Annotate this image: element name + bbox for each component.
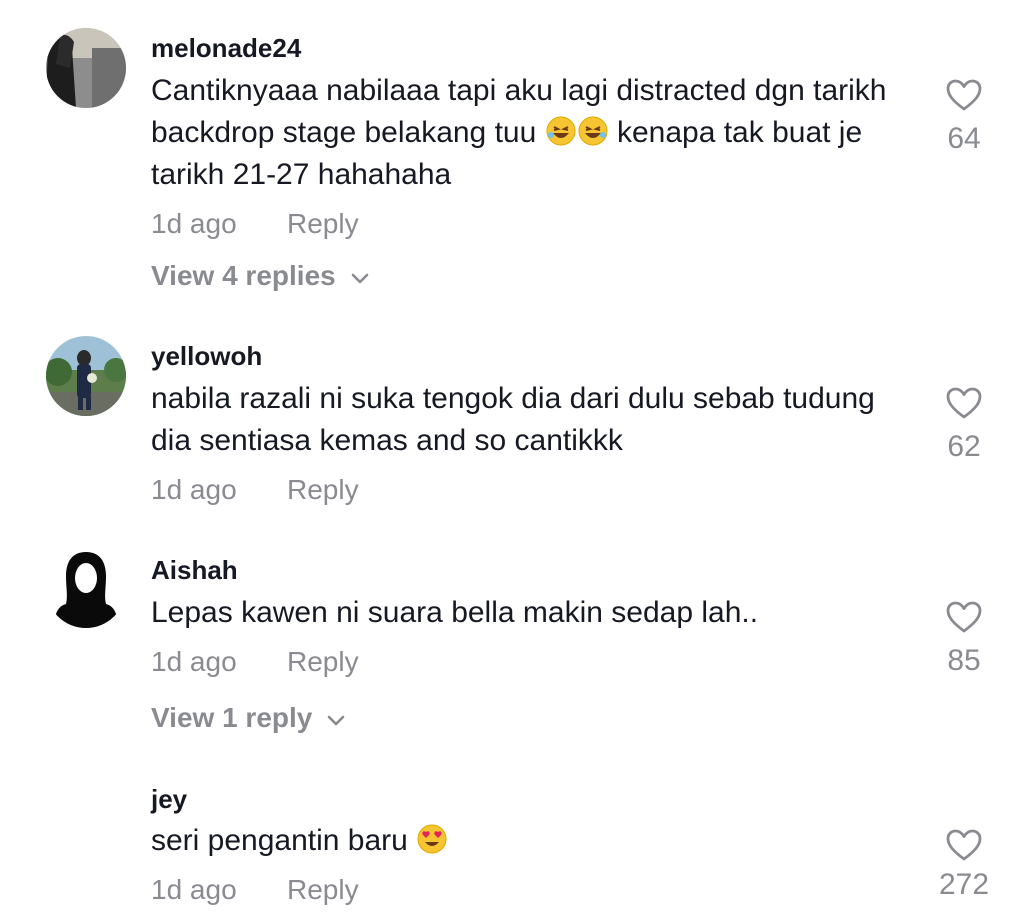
heart-outline-icon: [946, 829, 982, 861]
like-button[interactable]: 62: [924, 386, 1004, 464]
comment-meta: 1d ago Reply: [151, 874, 359, 906]
comment-username[interactable]: yellowoh: [151, 341, 262, 372]
like-button[interactable]: 272: [924, 828, 1004, 902]
like-count: 85: [947, 644, 981, 677]
rolling-laughing-emoji-icon: [545, 115, 577, 147]
comment-username[interactable]: melonade24: [151, 33, 301, 64]
like-count: 272: [938, 868, 990, 901]
comment-username[interactable]: Aishah: [151, 555, 238, 586]
comment-meta: 1d ago Reply: [151, 474, 359, 506]
avatar[interactable]: [46, 336, 126, 416]
comment-meta: 1d ago Reply: [151, 646, 359, 678]
comment-text: nabila razali ni suka tengok dia dari du…: [151, 382, 875, 457]
like-button[interactable]: 64: [924, 78, 1004, 156]
avatar[interactable]: [46, 28, 126, 108]
rolling-laughing-emoji-icon: [577, 115, 609, 147]
comment-time: 1d ago: [151, 874, 237, 905]
comment-username[interactable]: jey: [151, 784, 187, 815]
heart-outline-icon: [946, 387, 982, 419]
like-button[interactable]: 85: [924, 600, 1004, 678]
heart-eyes-emoji-icon: [416, 823, 448, 855]
comment-text: Lepas kawen ni suara bella makin sedap l…: [151, 596, 759, 629]
reply-button[interactable]: Reply: [287, 646, 359, 678]
like-count: 64: [947, 122, 981, 155]
avatar[interactable]: [46, 548, 126, 628]
comment-time: 1d ago: [151, 474, 237, 505]
heart-outline-icon: [946, 601, 982, 633]
comment-text: seri pengantin baru: [151, 820, 891, 862]
comment-meta: 1d ago Reply: [151, 208, 359, 240]
comment-time: 1d ago: [151, 646, 237, 677]
reply-button[interactable]: Reply: [287, 208, 359, 240]
comment-text-part: seri pengantin baru: [151, 824, 417, 857]
reply-button[interactable]: Reply: [287, 874, 359, 906]
comment-text: Cantiknyaaa nabilaaa tapi aku lagi distr…: [151, 70, 891, 196]
reply-button[interactable]: Reply: [287, 474, 359, 506]
heart-outline-icon: [946, 79, 982, 111]
like-count: 62: [947, 430, 981, 463]
view-replies-button[interactable]: View 4 replies: [151, 260, 370, 292]
comment-time: 1d ago: [151, 208, 237, 239]
view-replies-button[interactable]: View 1 reply: [151, 702, 346, 734]
chevron-down-icon: [350, 260, 370, 292]
chevron-down-icon: [326, 702, 346, 734]
view-replies-label: View 4 replies: [151, 260, 336, 291]
view-replies-label: View 1 reply: [151, 702, 313, 733]
